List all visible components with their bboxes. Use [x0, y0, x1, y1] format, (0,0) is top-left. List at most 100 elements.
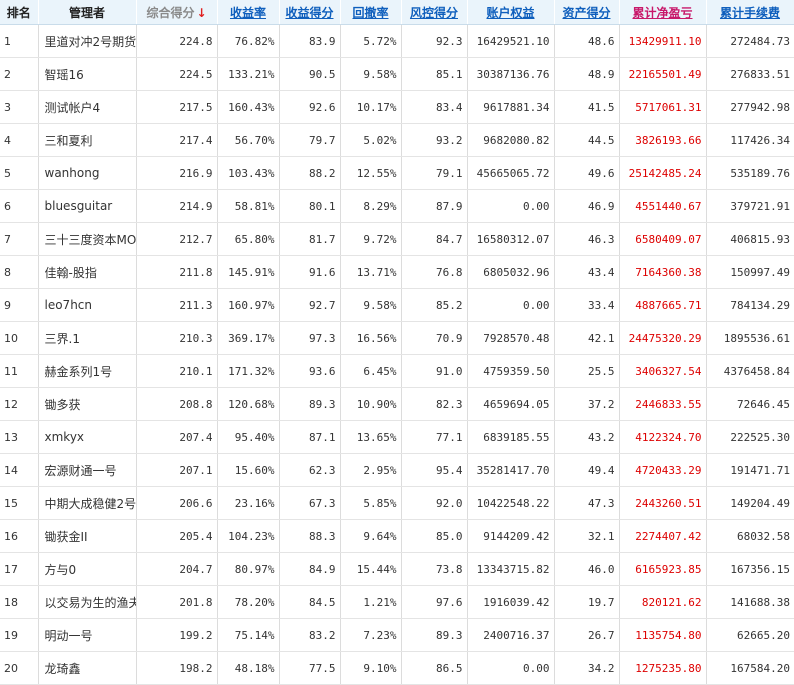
table-row[interactable]: 4 三和夏利 217.4 56.70% 79.7 5.02% 93.2 9682080.82 4… — [0, 123, 794, 157]
asset-score-cell: 49.4 — [554, 453, 620, 487]
manager-cell[interactable]: bluesguitar — [38, 189, 137, 223]
header-rank: 排名 — [0, 0, 39, 25]
total-score-cell: 201.8 — [136, 585, 218, 619]
manager-cell[interactable]: 佳翰-股指 — [38, 255, 137, 289]
equity-cell: 6839185.55 — [467, 420, 555, 454]
table-row[interactable]: 1 里道对冲2号期货 224.8 76.82% 83.9 5.72% 92.3 1642952… — [0, 24, 794, 58]
asset-score-cell: 33.4 — [554, 288, 620, 322]
rank-cell: 13 — [0, 420, 39, 454]
manager-cell[interactable]: 龙琦鑫 — [38, 651, 137, 685]
return-score-cell: 87.1 — [279, 420, 341, 454]
risk-score-cell: 97.6 — [401, 585, 468, 619]
table-row[interactable]: 10 三界.1 210.3 369.17% 97.3 16.56% 70.9 7928570.… — [0, 321, 794, 355]
manager-cell[interactable]: wanhong — [38, 156, 137, 190]
fees-cell: 62665.20 — [706, 618, 794, 652]
risk-score-cell: 76.8 — [401, 255, 468, 289]
manager-cell[interactable]: 方与0 — [38, 552, 137, 586]
return-rate-cell: 78.20% — [217, 585, 280, 619]
return-rate-cell: 48.18% — [217, 651, 280, 685]
header-drawdown[interactable]: 回撤率 — [340, 0, 402, 25]
table-row[interactable]: 18 以交易为生的渔夫 201.8 78.20% 84.5 1.21% 97.6 191603… — [0, 585, 794, 619]
table-row[interactable]: 3 测试帐户4 217.5 160.43% 92.6 10.17% 83.4 9617881.… — [0, 90, 794, 124]
rank-cell: 17 — [0, 552, 39, 586]
drawdown-cell: 10.17% — [340, 90, 402, 124]
manager-cell[interactable]: 智瑶16 — [38, 57, 137, 91]
return-score-cell: 93.6 — [279, 354, 341, 388]
sort-desc-icon: ↓ — [196, 5, 207, 20]
fees-cell: 222525.30 — [706, 420, 794, 454]
header-return-rate[interactable]: 收益率 — [217, 0, 280, 25]
header-risk-score[interactable]: 风控得分 — [401, 0, 468, 25]
equity-cell: 10422548.22 — [467, 486, 555, 520]
net-profit-cell: 22165501.49 — [619, 57, 707, 91]
return-rate-cell: 160.97% — [217, 288, 280, 322]
table-row[interactable]: 5 wanhong 216.9 103.43% 88.2 12.55% 79.1 456650… — [0, 156, 794, 190]
manager-cell[interactable]: 三和夏利 — [38, 123, 137, 157]
header-row: 排名 管理者 综合得分 ↓ 收益率 收益得分 回撤率 风控得分 账户权益 资产得分… — [0, 0, 794, 25]
return-rate-cell: 75.14% — [217, 618, 280, 652]
header-total-score[interactable]: 综合得分 ↓ — [136, 0, 218, 25]
manager-cell[interactable]: 锄获金II — [38, 519, 137, 553]
total-score-cell: 217.4 — [136, 123, 218, 157]
return-score-cell: 79.7 — [279, 123, 341, 157]
header-return-score[interactable]: 收益得分 — [279, 0, 341, 25]
total-score-cell: 207.4 — [136, 420, 218, 454]
asset-score-cell: 47.3 — [554, 486, 620, 520]
manager-cell[interactable]: 明动一号 — [38, 618, 137, 652]
return-score-cell: 83.2 — [279, 618, 341, 652]
table-row[interactable]: 19 明动一号 199.2 75.14% 83.2 7.23% 89.3 2400716.37… — [0, 618, 794, 652]
return-score-cell: 84.9 — [279, 552, 341, 586]
fees-cell: 379721.91 — [706, 189, 794, 223]
return-score-cell: 80.1 — [279, 189, 341, 223]
header-fees[interactable]: 累计手续费 — [706, 0, 794, 25]
return-rate-cell: 369.17% — [217, 321, 280, 355]
table-row[interactable]: 8 佳翰-股指 211.8 145.91% 91.6 13.71% 76.8 6805032.… — [0, 255, 794, 289]
table-row[interactable]: 2 智瑶16 224.5 133.21% 90.5 9.58% 85.1 30387136.7… — [0, 57, 794, 91]
equity-cell: 4759359.50 — [467, 354, 555, 388]
asset-score-cell: 48.9 — [554, 57, 620, 91]
manager-cell[interactable]: 三界.1 — [38, 321, 137, 355]
total-score-cell: 210.1 — [136, 354, 218, 388]
table-row[interactable]: 15 中期大成稳健2号 206.6 23.16% 67.3 5.85% 92.0 104225… — [0, 486, 794, 520]
asset-score-cell: 43.2 — [554, 420, 620, 454]
drawdown-cell: 5.72% — [340, 24, 402, 58]
header-asset-score[interactable]: 资产得分 — [554, 0, 620, 25]
equity-cell: 9144209.42 — [467, 519, 555, 553]
table-row[interactable]: 7三十三度资本MOM212.765.80%81.79.72%84.7165803… — [0, 222, 794, 256]
table-row[interactable]: 12 锄多获 208.8 120.68% 89.3 10.90% 82.3 4659694.0… — [0, 387, 794, 421]
manager-cell[interactable]: 赫金系列1号 — [38, 354, 137, 388]
table-row[interactable]: 9 leo7hcn 211.3 160.97% 92.7 9.58% 85.2 0.00 33.… — [0, 288, 794, 322]
manager-cell[interactable]: 里道对冲2号期货 — [38, 24, 137, 58]
fees-cell: 1895536.61 — [706, 321, 794, 355]
risk-score-cell: 79.1 — [401, 156, 468, 190]
table-row[interactable]: 6 bluesguitar 214.9 58.81% 80.1 8.29% 87.9 0.00… — [0, 189, 794, 223]
net-profit-cell: 3406327.54 — [619, 354, 707, 388]
table-row[interactable]: 17 方与0 204.7 80.97% 84.9 15.44% 73.8 13343715.8… — [0, 552, 794, 586]
header-net-profit[interactable]: 累计净盈亏 — [619, 0, 707, 25]
rank-cell: 2 — [0, 57, 39, 91]
manager-cell[interactable]: 以交易为生的渔夫 — [38, 585, 137, 619]
rank-cell: 15 — [0, 486, 39, 520]
table-row[interactable]: 11 赫金系列1号 210.1 171.32% 93.6 6.45% 91.0 4759359… — [0, 354, 794, 388]
manager-cell[interactable]: 测试帐户4 — [38, 90, 137, 124]
manager-cell[interactable]: leo7hcn — [38, 288, 137, 322]
manager-cell[interactable]: 三十三度资本MOM — [38, 222, 137, 256]
table-row[interactable]: 13 xmkyx 207.4 95.40% 87.1 13.65% 77.1 6839185.… — [0, 420, 794, 454]
net-profit-cell: 7164360.38 — [619, 255, 707, 289]
drawdown-cell: 6.45% — [340, 354, 402, 388]
drawdown-cell: 9.58% — [340, 288, 402, 322]
manager-cell[interactable]: 锄多获 — [38, 387, 137, 421]
fees-cell: 167584.20 — [706, 651, 794, 685]
table-row[interactable]: 14 宏源财通一号 207.1 15.60% 62.3 2.95% 95.4 35281417… — [0, 453, 794, 487]
rank-cell: 19 — [0, 618, 39, 652]
table-row[interactable]: 16 锄获金II 205.4 104.23% 88.3 9.64% 85.0 9144209.… — [0, 519, 794, 553]
manager-cell[interactable]: 中期大成稳健2号 — [38, 486, 137, 520]
manager-cell[interactable]: 宏源财通一号 — [38, 453, 137, 487]
table-row[interactable]: 20 龙琦鑫 198.2 48.18% 77.5 9.10% 86.5 0.00 34.2 127… — [0, 651, 794, 685]
rank-cell: 3 — [0, 90, 39, 124]
header-equity[interactable]: 账户权益 — [467, 0, 555, 25]
return-score-cell: 88.2 — [279, 156, 341, 190]
total-score-cell: 217.5 — [136, 90, 218, 124]
equity-cell: 0.00 — [467, 288, 555, 322]
manager-cell[interactable]: xmkyx — [38, 420, 137, 454]
